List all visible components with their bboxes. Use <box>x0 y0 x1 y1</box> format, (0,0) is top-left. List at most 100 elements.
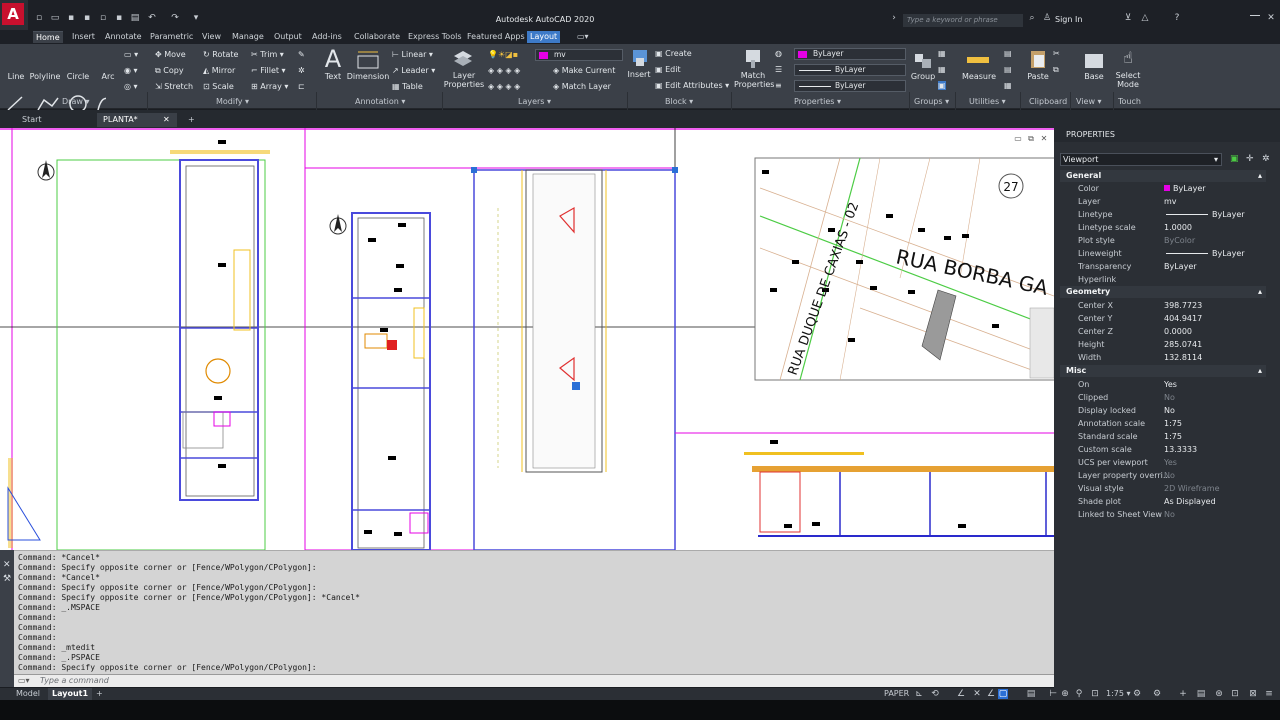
prop-value-shade-plot[interactable]: As Displayed <box>1164 497 1216 506</box>
selection-cycling-icon[interactable]: ▢ <box>998 689 1008 699</box>
fullscreen-icon[interactable]: ⊠ <box>1248 689 1258 699</box>
search-toggle-icon[interactable]: › <box>889 13 899 23</box>
tab-collaborate[interactable]: Collaborate <box>351 31 403 43</box>
prop-value-linetype-scale[interactable]: 1.0000 <box>1164 223 1192 232</box>
add-layout-icon[interactable]: + <box>92 688 107 700</box>
table-button[interactable]: ▦ Table <box>392 82 423 91</box>
scale-button[interactable]: ⊡ Scale <box>203 82 234 91</box>
osnap-icon[interactable]: ✕ <box>972 689 982 699</box>
view-panel-label[interactable]: View ▾ <box>1076 97 1102 106</box>
layer-dropdown[interactable]: mv <box>535 49 623 61</box>
layer-state-icons[interactable]: 💡☀◪▪ <box>488 50 518 59</box>
undo-icon[interactable]: ↶ <box>147 13 157 23</box>
block-panel-label[interactable]: Block ▾ <box>665 97 693 106</box>
exchange-icon[interactable]: △ <box>1140 13 1150 23</box>
circle-tool[interactable]: Circle <box>64 72 92 81</box>
move-button[interactable]: ✥ Move <box>155 50 186 59</box>
prop-value-center-z[interactable]: 0.0000 <box>1164 327 1192 336</box>
array-button[interactable]: ⊞ Array ▾ <box>251 82 288 91</box>
insert-button[interactable]: Insert <box>627 70 651 79</box>
open-folder-icon[interactable]: ▭ <box>50 13 60 23</box>
user-icon[interactable]: ♙ <box>1042 13 1052 23</box>
rectangle-icon[interactable]: ▭ ▾ <box>124 50 138 59</box>
group-edit-icon[interactable]: ▦ <box>938 65 946 74</box>
prop-value-center-y[interactable]: 404.9417 <box>1164 314 1202 323</box>
add-icon[interactable]: + <box>1178 689 1188 699</box>
linetype-dropdown[interactable]: ByLayer <box>794 64 906 76</box>
polyline-tool[interactable]: Polyline <box>28 72 62 81</box>
prop-value-center-x[interactable]: 398.7723 <box>1164 301 1202 310</box>
prop-value-lineweight[interactable]: ByLayer <box>1212 249 1245 258</box>
ribbon-minimize-icon[interactable]: ▭▾ <box>574 31 592 43</box>
annotation-visibility-icon[interactable]: ⊡ <box>1090 689 1100 699</box>
select-objects-icon[interactable]: ✛ <box>1246 154 1254 164</box>
prop-value-display-locked[interactable]: No <box>1164 406 1175 415</box>
misc-section-header[interactable]: Misc ▴ <box>1060 365 1266 377</box>
lineweight-dropdown[interactable]: ByLayer <box>794 80 906 92</box>
close-tab-icon[interactable]: ✕ <box>163 113 170 127</box>
text-icon[interactable]: A <box>322 46 344 72</box>
new-tab-icon[interactable]: + <box>182 113 198 127</box>
prop-value-width[interactable]: 132.8114 <box>1164 353 1202 362</box>
layer-tools-row2-icons[interactable]: ◈ ◈ ◈ ◈ <box>488 82 520 91</box>
dimension-tool[interactable]: Dimension <box>346 72 390 81</box>
command-prompt-icon[interactable]: ▭▾ <box>18 676 30 685</box>
rotate-button[interactable]: ↻ Rotate <box>203 50 238 59</box>
annotation-monitor-icon[interactable]: ▤ <box>1026 689 1036 699</box>
settings-icon[interactable]: ⚙ <box>1152 689 1162 699</box>
annotation-scale-dropdown[interactable]: 1:75 ▾ <box>1102 688 1135 700</box>
create-block-button[interactable]: ▣ Create <box>655 49 692 58</box>
general-section-header[interactable]: General ▴ <box>1060 170 1266 182</box>
modify-panel-label[interactable]: Modify ▾ <box>216 97 249 106</box>
command-input[interactable]: ▭▾ Type a command <box>14 674 1054 687</box>
lineweight-icon[interactable]: ≡ <box>775 81 782 90</box>
prop-value-layer[interactable]: mv <box>1164 197 1177 206</box>
mirror-button[interactable]: ◭ Mirror <box>203 66 235 75</box>
leader-button[interactable]: ↗ Leader ▾ <box>392 66 435 75</box>
help-icon[interactable]: ? <box>1172 13 1182 23</box>
qat-dropdown-icon[interactable]: ▾ <box>191 13 201 23</box>
color-wheel-icon[interactable]: ◍ <box>775 49 782 58</box>
tab-express-tools[interactable]: Express Tools <box>405 31 465 43</box>
viewport-minimize-icon[interactable]: ▭ <box>1013 134 1023 143</box>
group-selection-icon[interactable]: ▣ <box>938 81 946 90</box>
line-tool[interactable]: Line <box>6 72 26 81</box>
base-view-button[interactable]: Base <box>1080 72 1108 81</box>
arc-tool[interactable]: Arc <box>98 72 118 81</box>
isolate-icon[interactable]: ⚲ <box>1074 689 1084 699</box>
plot-icon[interactable]: ▤ <box>130 13 140 23</box>
clean-screen-icon[interactable]: ⊡ <box>1230 689 1240 699</box>
touch-panel-label[interactable]: Touch <box>1118 97 1141 106</box>
copy-clip-icon[interactable]: ⧉ <box>1053 65 1059 75</box>
offset-icon[interactable]: ⊏ <box>298 82 305 91</box>
sign-in-link[interactable]: Sign In <box>1055 15 1082 24</box>
measure-button[interactable]: Measure <box>960 72 998 81</box>
paper-space-toggle[interactable]: PAPER <box>880 688 913 700</box>
select-all-icon[interactable]: ▤ <box>1004 65 1012 74</box>
minimize-icon[interactable] <box>1250 15 1260 16</box>
application-menu-button[interactable]: A <box>0 0 28 30</box>
linetype-icon[interactable]: ☰ <box>775 65 782 74</box>
tab-output[interactable]: Output <box>271 31 305 43</box>
properties-panel-label[interactable]: Properties ▾ <box>794 97 841 106</box>
prop-value-transparency[interactable]: ByLayer <box>1164 262 1197 271</box>
otrack-icon[interactable]: ∠ <box>986 689 996 699</box>
annotation-panel-label[interactable]: Annotation ▾ <box>355 97 405 106</box>
edit-block-button[interactable]: ▣ Edit <box>655 65 681 74</box>
save-icon[interactable]: ▪ <box>66 13 76 23</box>
make-current-button[interactable]: ◈ Make Current <box>553 66 615 75</box>
object-type-dropdown[interactable]: Viewport ▾ <box>1060 153 1222 166</box>
snap-icon[interactable]: ⊾ <box>914 689 924 699</box>
command-window-handle[interactable]: ✕ ⚒ <box>0 550 14 687</box>
tab-home[interactable]: Home <box>33 31 63 43</box>
ungroup-icon[interactable]: ▦ <box>938 49 946 58</box>
clipboard-panel-label[interactable]: Clipboard <box>1029 97 1067 106</box>
match-layer-button[interactable]: ◈ Match Layer <box>553 82 611 91</box>
text-tool[interactable]: Text <box>320 72 346 81</box>
workspace-icon[interactable]: ⚙ <box>1132 689 1142 699</box>
prop-value-standard-scale[interactable]: 1:75 <box>1164 432 1182 441</box>
tab-layout1[interactable]: Layout1 <box>48 688 93 700</box>
ortho-icon[interactable]: ⟲ <box>930 689 940 699</box>
erase-icon[interactable]: ✎ <box>298 50 305 59</box>
copy-button[interactable]: ⧉ Copy <box>155 66 184 76</box>
